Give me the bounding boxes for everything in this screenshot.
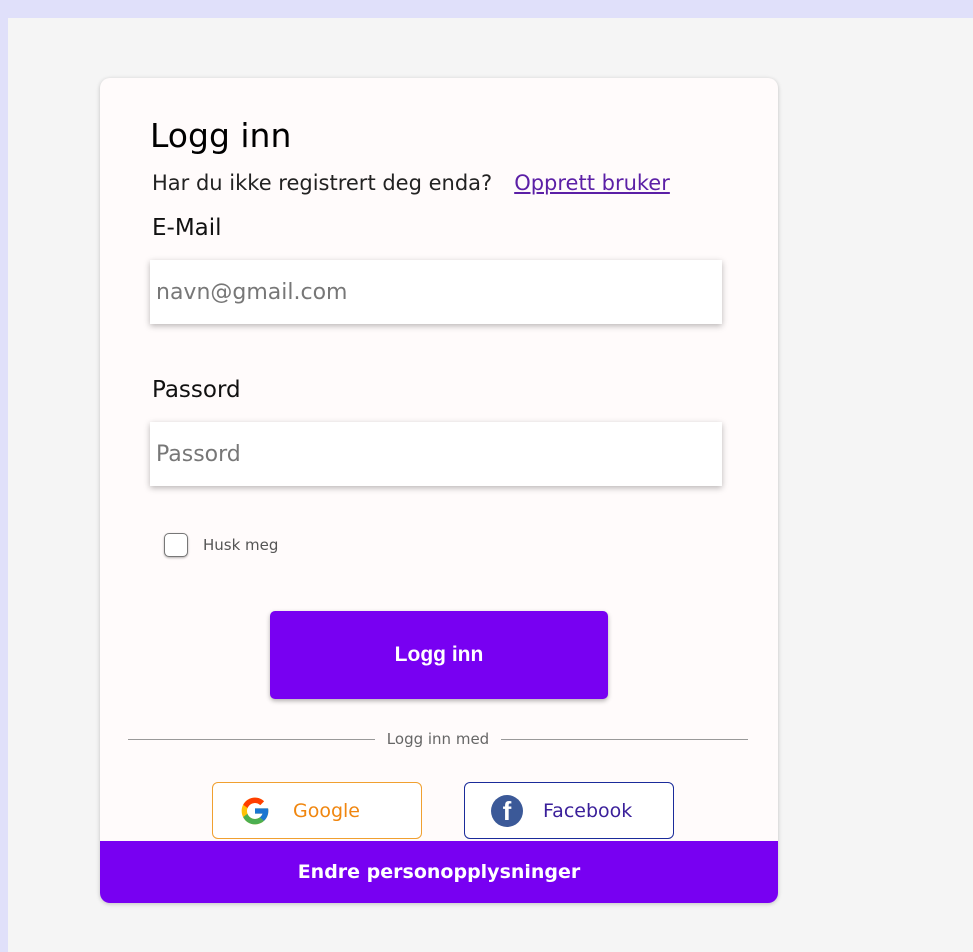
facebook-label: Facebook — [543, 799, 633, 822]
google-icon — [239, 795, 271, 827]
login-button[interactable]: Logg inn — [270, 611, 608, 699]
page-title: Logg inn — [150, 116, 292, 155]
facebook-icon: f — [491, 794, 523, 827]
register-link[interactable]: Opprett bruker — [514, 171, 670, 195]
remember-me: Husk meg — [164, 533, 278, 557]
password-label: Passord — [152, 377, 241, 403]
google-label: Google — [293, 799, 361, 822]
edit-personal-info-label: Endre personopplysninger — [297, 861, 581, 883]
facebook-login-button[interactable]: f Facebook — [464, 782, 674, 839]
register-prompt-text: Har du ikke registrert deg enda? — [152, 171, 493, 195]
divider-text: Logg inn med — [386, 730, 490, 748]
remember-me-checkbox[interactable] — [164, 533, 188, 557]
divider: Logg inn med — [128, 730, 748, 748]
register-prompt: Har du ikke registrert deg enda? Opprett … — [152, 171, 670, 195]
divider-line-right — [501, 738, 748, 740]
divider-line-left — [128, 738, 375, 740]
left-strip — [0, 0, 8, 952]
remember-me-label[interactable]: Husk meg — [203, 536, 278, 554]
google-login-button[interactable]: Google — [212, 782, 422, 839]
top-strip — [0, 0, 973, 18]
email-label: E-Mail — [152, 215, 222, 241]
login-card: Logg inn Har du ikke registrert deg enda… — [100, 78, 778, 903]
password-field[interactable] — [150, 422, 722, 486]
email-field[interactable] — [150, 260, 722, 324]
edit-personal-info-button[interactable]: Endre personopplysninger — [100, 841, 778, 903]
